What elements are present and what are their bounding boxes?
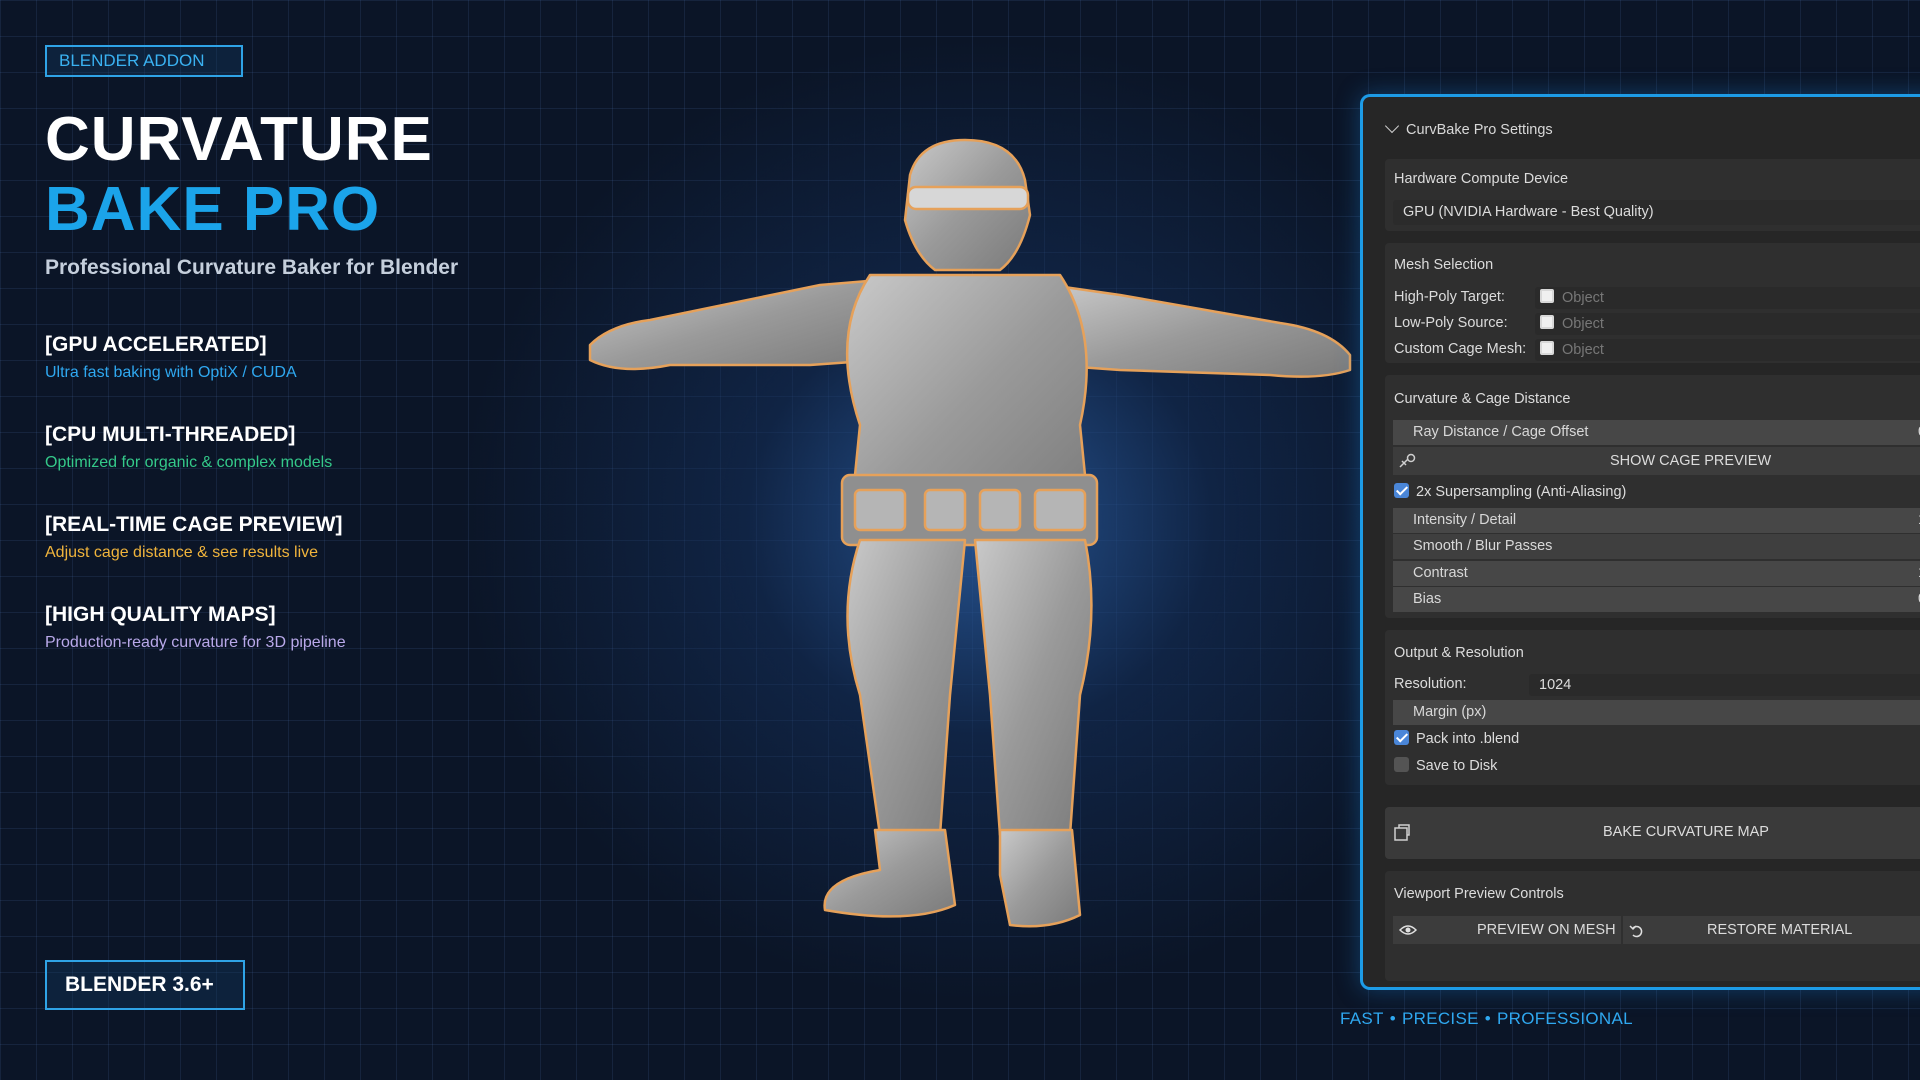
- checkbox-checked-icon[interactable]: [1394, 729, 1409, 745]
- feature-desc: Ultra fast baking with OptiX / CUDA: [45, 364, 297, 381]
- feature-desc: Optimized for organic & complex models: [45, 454, 333, 471]
- high-poly-object-field[interactable]: Object: [1535, 287, 1920, 309]
- button-label: SHOW CAGE PREVIEW: [1610, 453, 1772, 469]
- object-icon: [1540, 315, 1554, 329]
- tagline-word: FAST: [1340, 1009, 1384, 1028]
- checkbox-label: Pack into .blend: [1416, 731, 1520, 747]
- contrast-slider[interactable]: Contrast 1: [1393, 561, 1920, 586]
- eye-icon: [1399, 925, 1417, 935]
- feature-gpu: [GPU ACCELERATED] Ultra fast baking with…: [45, 333, 297, 382]
- feature-cpu: [CPU MULTI-THREADED] Optimized for organ…: [45, 423, 332, 472]
- bake-icon: [1394, 824, 1410, 841]
- feature-quality: [HIGH QUALITY MAPS] Production-ready cur…: [45, 603, 346, 652]
- save-to-disk-checkbox[interactable]: Save to Disk: [1394, 755, 1497, 777]
- compute-device-section: Hardware Compute Device GPU (NVIDIA Hard…: [1385, 159, 1920, 231]
- margin-slider[interactable]: Margin (px): [1393, 700, 1920, 725]
- cage-preview-icon: [1399, 453, 1416, 468]
- addon-badge: BLENDER ADDON: [45, 45, 243, 77]
- tagline-word: PROFESSIONAL: [1496, 1009, 1633, 1028]
- panel-header[interactable]: CurvBake Pro Settings: [1384, 118, 1553, 138]
- pack-into-blend-checkbox[interactable]: Pack into .blend: [1394, 728, 1519, 750]
- feature-heading: [REAL-TIME CAGE PREVIEW]: [45, 513, 343, 536]
- slider-label: Margin (px): [1413, 704, 1487, 720]
- curvature-cage-section: Curvature & Cage Distance Ray Distance /…: [1385, 375, 1920, 618]
- field-label: Low-Poly Source:: [1394, 315, 1508, 331]
- object-placeholder: Object: [1562, 342, 1604, 358]
- subtitle: Professional Curvature Baker for Blender: [45, 256, 459, 279]
- tagline-separator: •: [1389, 1009, 1396, 1028]
- title-line-2: BAKE PRO: [45, 175, 381, 244]
- soldier-model-image: [588, 138, 1352, 928]
- show-cage-preview-button[interactable]: SHOW CAGE PREVIEW: [1393, 447, 1920, 475]
- section-title: Curvature & Cage Distance: [1394, 391, 1571, 407]
- slider-label: Intensity / Detail: [1413, 512, 1517, 528]
- button-label: BAKE CURVATURE MAP: [1603, 824, 1769, 840]
- mesh-selection-section: Mesh Selection High-Poly Target: Object …: [1385, 243, 1920, 363]
- object-icon: [1540, 341, 1554, 355]
- feature-heading: [GPU ACCELERATED]: [45, 333, 267, 356]
- addon-settings-panel: CurvBake Pro Settings Hardware Compute D…: [1360, 94, 1920, 990]
- checkbox-label: Save to Disk: [1416, 758, 1498, 774]
- feature-desc: Adjust cage distance & see results live: [45, 544, 319, 561]
- resolution-label: Resolution:: [1394, 676, 1467, 692]
- section-title: Hardware Compute Device: [1394, 171, 1569, 187]
- object-placeholder: Object: [1562, 316, 1604, 332]
- slider-label: Bias: [1413, 591, 1442, 607]
- output-resolution-section: Output & Resolution Resolution: 1024 Mar…: [1385, 630, 1920, 785]
- tagline-separator: •: [1484, 1009, 1491, 1028]
- ray-distance-slider[interactable]: Ray Distance / Cage Offset 0: [1393, 420, 1920, 445]
- slider-label: Contrast: [1413, 565, 1468, 581]
- panel-header-label: CurvBake Pro Settings: [1406, 122, 1553, 138]
- restore-material-button[interactable]: RESTORE MATERIAL: [1623, 916, 1920, 944]
- preview-on-mesh-button[interactable]: PREVIEW ON MESH: [1393, 916, 1621, 944]
- title-line-1: CURVATURE: [45, 105, 433, 174]
- tagline-word: PRECISE: [1401, 1009, 1479, 1028]
- checkbox-label: 2x Supersampling (Anti-Aliasing): [1416, 484, 1627, 500]
- cage-mesh-row: Custom Cage Mesh:: [1394, 337, 1526, 362]
- slider-label: Smooth / Blur Passes: [1413, 538, 1553, 554]
- section-title: Mesh Selection: [1394, 257, 1494, 273]
- section-title: Viewport Preview Controls: [1394, 886, 1564, 902]
- smooth-passes-slider[interactable]: Smooth / Blur Passes: [1393, 534, 1920, 559]
- feature-heading: [CPU MULTI-THREADED]: [45, 423, 296, 446]
- checkbox-unchecked-icon[interactable]: [1394, 756, 1409, 772]
- bias-slider[interactable]: Bias 0: [1393, 587, 1920, 612]
- checkbox-checked-icon[interactable]: [1394, 482, 1409, 498]
- cage-mesh-object-field[interactable]: Object: [1535, 339, 1920, 361]
- feature-desc: Production-ready curvature for 3D pipeli…: [45, 634, 346, 651]
- version-badge: BLENDER 3.6+: [45, 960, 245, 1010]
- slider-label: Ray Distance / Cage Offset: [1413, 424, 1589, 440]
- feature-cage-preview: [REAL-TIME CAGE PREVIEW] Adjust cage dis…: [45, 513, 343, 562]
- intensity-slider[interactable]: Intensity / Detail 1: [1393, 508, 1920, 533]
- tagline: FAST • PRECISE • PROFESSIONAL: [1340, 1009, 1633, 1029]
- object-placeholder: Object: [1562, 290, 1604, 306]
- chevron-down-icon[interactable]: [1384, 118, 1400, 134]
- field-label: High-Poly Target:: [1394, 289, 1505, 305]
- low-poly-object-field[interactable]: Object: [1535, 313, 1920, 335]
- button-label: RESTORE MATERIAL: [1707, 922, 1853, 938]
- bake-curvature-button[interactable]: BAKE CURVATURE MAP: [1385, 807, 1920, 859]
- undo-icon: [1629, 925, 1643, 938]
- resolution-dropdown[interactable]: 1024: [1529, 674, 1920, 696]
- button-label: PREVIEW ON MESH: [1477, 922, 1616, 938]
- feature-heading: [HIGH QUALITY MAPS]: [45, 603, 276, 626]
- low-poly-row: Low-Poly Source:: [1394, 311, 1508, 336]
- section-title: Output & Resolution: [1394, 645, 1524, 661]
- high-poly-row: High-Poly Target:: [1394, 285, 1505, 310]
- viewport-preview-section: Viewport Preview Controls PREVIEW ON MES…: [1385, 871, 1920, 981]
- compute-device-dropdown[interactable]: GPU (NVIDIA Hardware - Best Quality): [1393, 200, 1920, 225]
- field-label: Custom Cage Mesh:: [1394, 341, 1527, 357]
- supersampling-checkbox[interactable]: 2x Supersampling (Anti-Aliasing): [1394, 481, 1626, 503]
- object-icon: [1540, 289, 1554, 303]
